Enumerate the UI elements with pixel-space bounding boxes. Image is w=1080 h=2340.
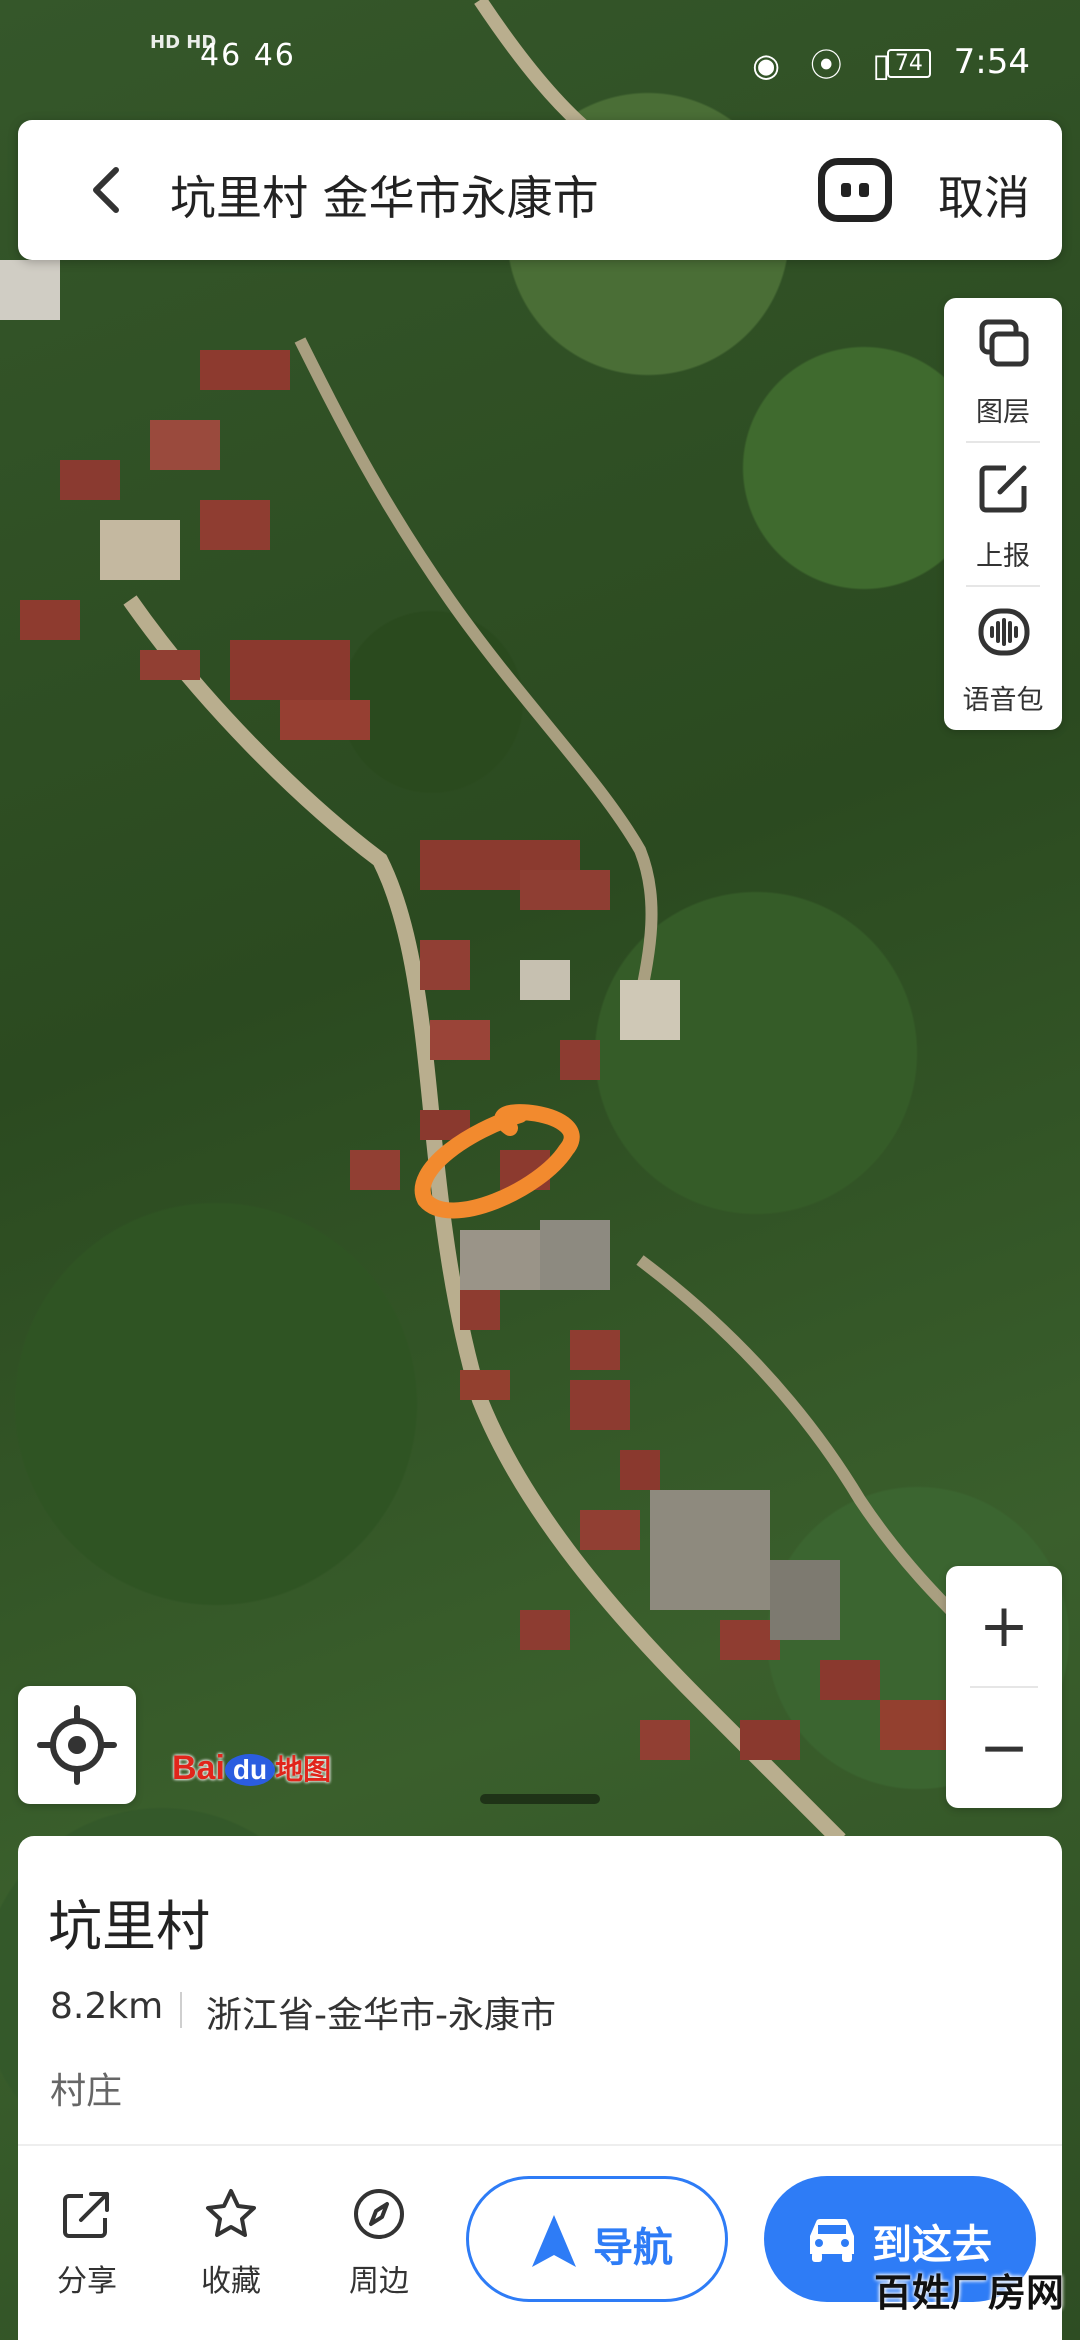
- status-bar: HD HD 46 46 ◉ ⦿ ▯ 74 7:54: [0, 20, 1080, 110]
- place-name: 坑里村: [48, 1895, 210, 1958]
- voice-assistant-icon[interactable]: [818, 158, 892, 222]
- zoom-out-button[interactable]: −: [946, 1688, 1062, 1808]
- nearby-label: 周边: [349, 2264, 409, 2299]
- report-button[interactable]: 上报: [944, 442, 1062, 586]
- navigate-label: 导航: [593, 2225, 673, 2271]
- share-icon: [63, 2192, 109, 2238]
- star-icon: [206, 2189, 256, 2237]
- compass-icon: [354, 2189, 404, 2239]
- baidu-map-logo: Bai du 地图: [172, 1749, 332, 1787]
- watermark: 百姓厂房网: [874, 2271, 1065, 2315]
- sheet-drag-handle[interactable]: [480, 1794, 600, 1804]
- search-header: 坑里村 金华市永康市 取消: [18, 120, 1062, 260]
- navigate-button[interactable]: 导航: [466, 2176, 728, 2302]
- voice-pack-icon: [978, 608, 1030, 656]
- report-edit-icon: [979, 465, 1027, 513]
- locate-me-button[interactable]: [18, 1686, 136, 1804]
- chevron-left-icon[interactable]: [78, 160, 138, 220]
- zoom-control: + −: [946, 1566, 1062, 1808]
- favorite-label: 收藏: [201, 2264, 261, 2299]
- share-label: 分享: [57, 2264, 117, 2299]
- signal-strength: 46 46: [200, 38, 296, 73]
- info-divider: [180, 1992, 182, 2028]
- voice-pack-label: 语音包: [962, 685, 1044, 716]
- clock: 7:54: [953, 42, 1030, 82]
- voice-pack-button[interactable]: 语音包: [944, 586, 1062, 730]
- place-distance: 8.2km: [50, 1986, 164, 2027]
- zoom-in-button[interactable]: +: [946, 1566, 1062, 1686]
- share-button[interactable]: 分享: [32, 2186, 142, 2300]
- place-category: 村庄: [50, 2071, 123, 2112]
- cancel-button[interactable]: 取消: [938, 162, 1030, 228]
- place-address: 浙江省-金华市-永康市: [206, 1995, 556, 2036]
- report-label: 上报: [976, 541, 1030, 572]
- battery-level: 74: [886, 49, 931, 78]
- status-icons: ◉ ⦿ ▯: [752, 46, 900, 84]
- favorite-button[interactable]: 收藏: [176, 2186, 286, 2300]
- navigation-arrow-icon: [532, 2215, 576, 2267]
- village-houses: [0, 260, 950, 1760]
- layers-label: 图层: [976, 397, 1030, 428]
- search-title[interactable]: 坑里村 金华市永康市: [170, 162, 599, 228]
- status-time: 74 7:54: [886, 42, 1030, 82]
- layers-button[interactable]: 图层: [944, 298, 1062, 442]
- sheet-divider: [18, 2144, 1062, 2146]
- car-icon: [810, 2218, 854, 2262]
- layers-icon: [979, 319, 1029, 367]
- nearby-button[interactable]: 周边: [324, 2186, 434, 2300]
- crosshair-icon: [37, 1705, 117, 1785]
- map-tools-panel: 图层 上报 语音包: [944, 298, 1062, 730]
